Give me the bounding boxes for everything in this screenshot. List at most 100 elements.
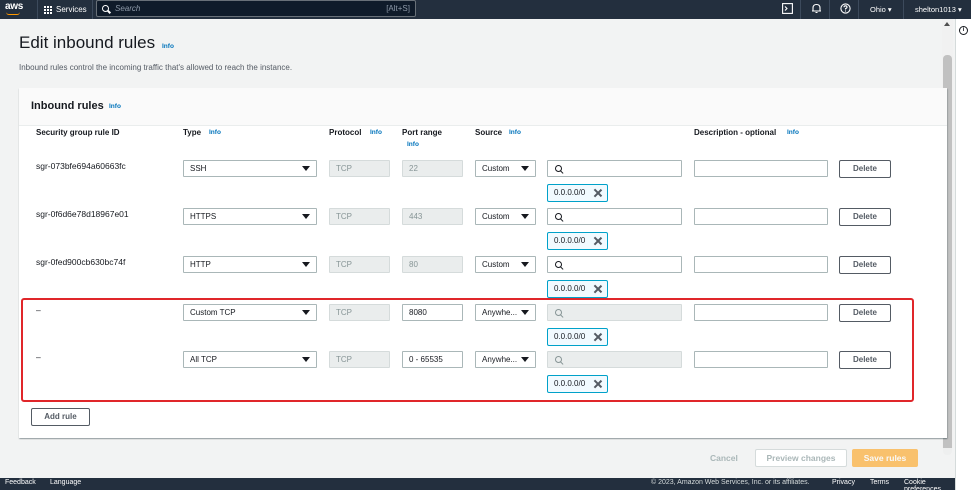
search-icon bbox=[555, 261, 562, 268]
services-label: Services bbox=[56, 5, 87, 14]
nav-divider bbox=[903, 0, 904, 19]
cidr-token: 0.0.0.0/0 bbox=[547, 232, 608, 250]
source-value: Custom bbox=[482, 212, 510, 221]
copyright-text: © 2023, Amazon Web Services, Inc. or its… bbox=[651, 479, 810, 486]
port-range-field: 443 bbox=[402, 208, 463, 225]
info-panel-icon[interactable]: i bbox=[959, 26, 968, 35]
type-select[interactable]: SSH bbox=[183, 160, 317, 177]
container-header: Inbound rules Info bbox=[19, 88, 947, 126]
global-search-input[interactable]: Search [Alt+S] bbox=[96, 0, 416, 17]
column-header-port-range: Port range bbox=[402, 128, 443, 137]
remove-token-icon[interactable] bbox=[593, 236, 603, 246]
port-range-field: 80 bbox=[402, 256, 463, 273]
cidr-token: 0.0.0.0/0 bbox=[547, 184, 608, 202]
source-select[interactable]: Custom bbox=[475, 208, 536, 225]
search-icon bbox=[555, 165, 562, 172]
section-title: Inbound rules bbox=[31, 100, 104, 112]
section-info-link[interactable]: Info bbox=[109, 103, 121, 110]
save-rules-button[interactable]: Save rules bbox=[852, 449, 918, 467]
cloudshell-icon[interactable] bbox=[780, 2, 794, 16]
protocol-field: TCP bbox=[329, 208, 390, 225]
cidr-search-input[interactable] bbox=[547, 208, 682, 225]
type-value: HTTPS bbox=[190, 212, 217, 221]
delete-rule-button[interactable]: Delete bbox=[839, 208, 891, 226]
type-select[interactable]: HTTPS bbox=[183, 208, 317, 225]
description-field[interactable] bbox=[694, 208, 828, 225]
rule-id: sgr-073bfe694a60663fc bbox=[36, 161, 126, 171]
rule-id: sgr-0fed900cb630bc74f bbox=[36, 257, 126, 267]
type-info-link[interactable]: Info bbox=[209, 129, 221, 136]
source-info-link[interactable]: Info bbox=[509, 129, 521, 136]
remove-token-icon[interactable] bbox=[593, 284, 603, 294]
cidr-search-input[interactable] bbox=[547, 160, 682, 177]
source-value: Custom bbox=[482, 260, 510, 269]
cidr-value: 0.0.0.0/0 bbox=[554, 284, 586, 293]
chevron-down-icon bbox=[302, 262, 310, 267]
protocol-info-link[interactable]: Info bbox=[370, 129, 382, 136]
highlight-box bbox=[21, 298, 914, 402]
remove-token-icon[interactable] bbox=[593, 188, 603, 198]
aws-logo[interactable]: aws bbox=[5, 1, 23, 12]
cidr-value: 0.0.0.0/0 bbox=[554, 236, 586, 245]
column-header-source: Source bbox=[475, 128, 503, 137]
chevron-down-icon bbox=[302, 166, 310, 171]
search-placeholder: Search bbox=[115, 4, 141, 13]
column-header-protocol: Protocol bbox=[329, 128, 362, 137]
cidr-value: 0.0.0.0/0 bbox=[554, 188, 586, 197]
type-value: HTTP bbox=[190, 260, 211, 269]
account-menu[interactable]: shelton1013 ▾ bbox=[915, 0, 962, 19]
scroll-up-icon[interactable] bbox=[944, 22, 950, 26]
search-shortcut: [Alt+S] bbox=[386, 4, 410, 13]
source-select[interactable]: Custom bbox=[475, 256, 536, 273]
console-footer: Feedback Language © 2023, Amazon Web Ser… bbox=[0, 478, 955, 490]
language-link[interactable]: Language bbox=[50, 479, 81, 486]
cidr-search-input[interactable] bbox=[547, 256, 682, 273]
region-selector[interactable]: Ohio ▾ bbox=[870, 0, 892, 19]
region-label: Ohio bbox=[870, 5, 886, 14]
type-value: SSH bbox=[190, 164, 207, 173]
rule-id: sgr-0f6d6e78d18967e01 bbox=[36, 209, 129, 219]
preview-changes-button[interactable]: Preview changes bbox=[755, 449, 847, 467]
nav-divider bbox=[858, 0, 859, 19]
description-field[interactable] bbox=[694, 160, 828, 177]
column-header-description: Description - optional bbox=[694, 128, 777, 137]
feedback-link[interactable]: Feedback bbox=[5, 479, 36, 486]
column-header-rule-id: Security group rule ID bbox=[36, 128, 120, 137]
description-field[interactable] bbox=[694, 256, 828, 273]
source-value: Custom bbox=[482, 164, 510, 173]
protocol-field: TCP bbox=[329, 160, 390, 177]
chevron-down-icon bbox=[302, 214, 310, 219]
page-description: Inbound rules control the incoming traff… bbox=[19, 63, 293, 72]
cookie-preferences-link[interactable]: Cookie preferences bbox=[904, 479, 955, 490]
nav-divider bbox=[37, 0, 38, 19]
description-info-link[interactable]: Info bbox=[787, 129, 799, 136]
search-icon bbox=[102, 5, 109, 12]
bell-icon[interactable] bbox=[809, 2, 823, 16]
cidr-token: 0.0.0.0/0 bbox=[547, 280, 608, 298]
chevron-down-icon bbox=[521, 262, 529, 267]
delete-rule-button[interactable]: Delete bbox=[839, 160, 891, 178]
port-info-link[interactable]: Info bbox=[407, 141, 419, 148]
nav-divider bbox=[800, 0, 801, 19]
page-title: Edit inbound rules bbox=[19, 33, 156, 52]
add-rule-button[interactable]: Add rule bbox=[31, 408, 90, 426]
column-header-type: Type bbox=[183, 128, 202, 137]
terms-link[interactable]: Terms bbox=[870, 479, 889, 486]
tools-panel-strip bbox=[955, 19, 971, 490]
aws-logo-smile-icon bbox=[6, 12, 20, 15]
port-range-field: 22 bbox=[402, 160, 463, 177]
page-info-link[interactable]: Info bbox=[162, 43, 174, 50]
cancel-button[interactable]: Cancel bbox=[710, 453, 738, 463]
search-icon bbox=[555, 213, 562, 220]
grid-icon bbox=[44, 5, 52, 14]
nav-divider bbox=[829, 0, 830, 19]
protocol-field: TCP bbox=[329, 256, 390, 273]
chevron-down-icon bbox=[521, 166, 529, 171]
account-label: shelton1013 bbox=[915, 5, 956, 14]
privacy-link[interactable]: Privacy bbox=[832, 479, 855, 486]
help-icon[interactable] bbox=[838, 2, 852, 16]
source-select[interactable]: Custom bbox=[475, 160, 536, 177]
services-menu[interactable]: Services bbox=[44, 0, 87, 19]
delete-rule-button[interactable]: Delete bbox=[839, 256, 891, 274]
type-select[interactable]: HTTP bbox=[183, 256, 317, 273]
